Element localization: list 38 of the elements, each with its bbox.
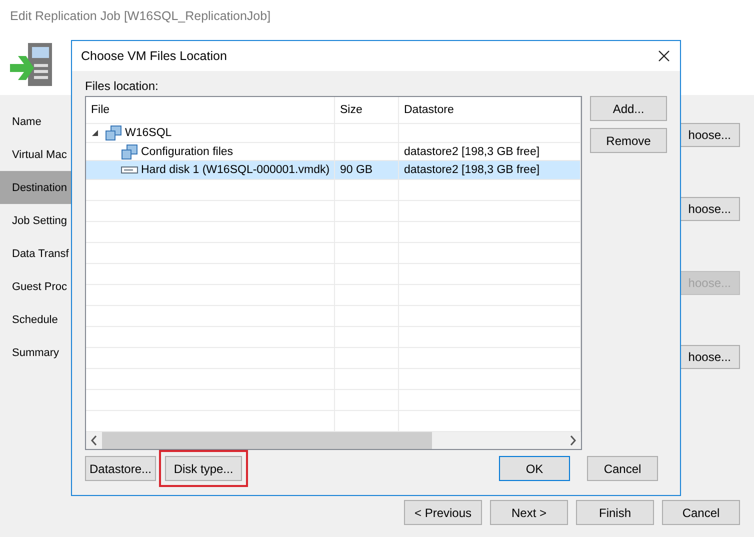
- stacked-windows-icon: [121, 144, 138, 160]
- files-location-label: Files location:: [85, 79, 160, 93]
- file-name: W16SQL: [125, 126, 172, 139]
- wizard-step[interactable]: Name: [0, 105, 72, 138]
- file-name: Configuration files: [141, 146, 234, 158]
- wizard-step[interactable]: Schedule: [0, 303, 72, 336]
- column-header[interactable]: Datastore: [399, 97, 581, 123]
- stacked-windows-icon: [105, 124, 122, 141]
- wizard-button[interactable]: < Previous: [404, 500, 482, 525]
- wizard-step[interactable]: Job Setting: [0, 204, 72, 237]
- wizard-step[interactable]: Summary: [0, 336, 72, 369]
- size-cell: 90 GB: [340, 164, 373, 176]
- ok-button[interactable]: OK: [499, 456, 570, 481]
- server-arrow-icon: [8, 42, 52, 86]
- dialog-button[interactable]: Datastore...: [85, 456, 156, 481]
- dialog-button[interactable]: Disk type...: [165, 456, 242, 481]
- side-button[interactable]: Remove: [590, 128, 667, 153]
- file-name: Hard disk 1 (W16SQL-000001.vmdk): [141, 164, 330, 176]
- side-button[interactable]: Add...: [590, 96, 667, 121]
- datastore-cell: datastore2 [198,3 GB free]: [404, 164, 540, 176]
- wizard-step[interactable]: Virtual Mac: [0, 138, 72, 171]
- column-header[interactable]: File: [86, 97, 335, 123]
- column-header[interactable]: Size: [335, 97, 399, 123]
- dialog-title: Choose VM Files Location: [81, 49, 227, 63]
- close-icon[interactable]: [658, 50, 670, 62]
- cancel-button[interactable]: Cancel: [587, 456, 658, 481]
- wizard-button[interactable]: Finish: [576, 500, 654, 525]
- table-row[interactable]: W16SQL: [86, 124, 581, 143]
- wizard-step[interactable]: Destination: [0, 171, 72, 204]
- wizard-button[interactable]: Cancel: [662, 500, 740, 525]
- wizard-button[interactable]: Next >: [490, 500, 568, 525]
- wizard-step[interactable]: Data Transf: [0, 237, 72, 270]
- horizontal-scrollbar[interactable]: [86, 432, 581, 449]
- datastore-cell: datastore2 [198,3 GB free]: [404, 146, 540, 158]
- expanded-arrow-icon[interactable]: [91, 128, 99, 137]
- wizard-step[interactable]: Guest Proc: [0, 270, 72, 303]
- window-title: Edit Replication Job [W16SQL_ReplicationJob]: [10, 9, 271, 23]
- table-row[interactable]: Hard disk 1 (W16SQL-000001.vmdk) 90 GB datastore2 [198,3 GB free]: [86, 161, 581, 180]
